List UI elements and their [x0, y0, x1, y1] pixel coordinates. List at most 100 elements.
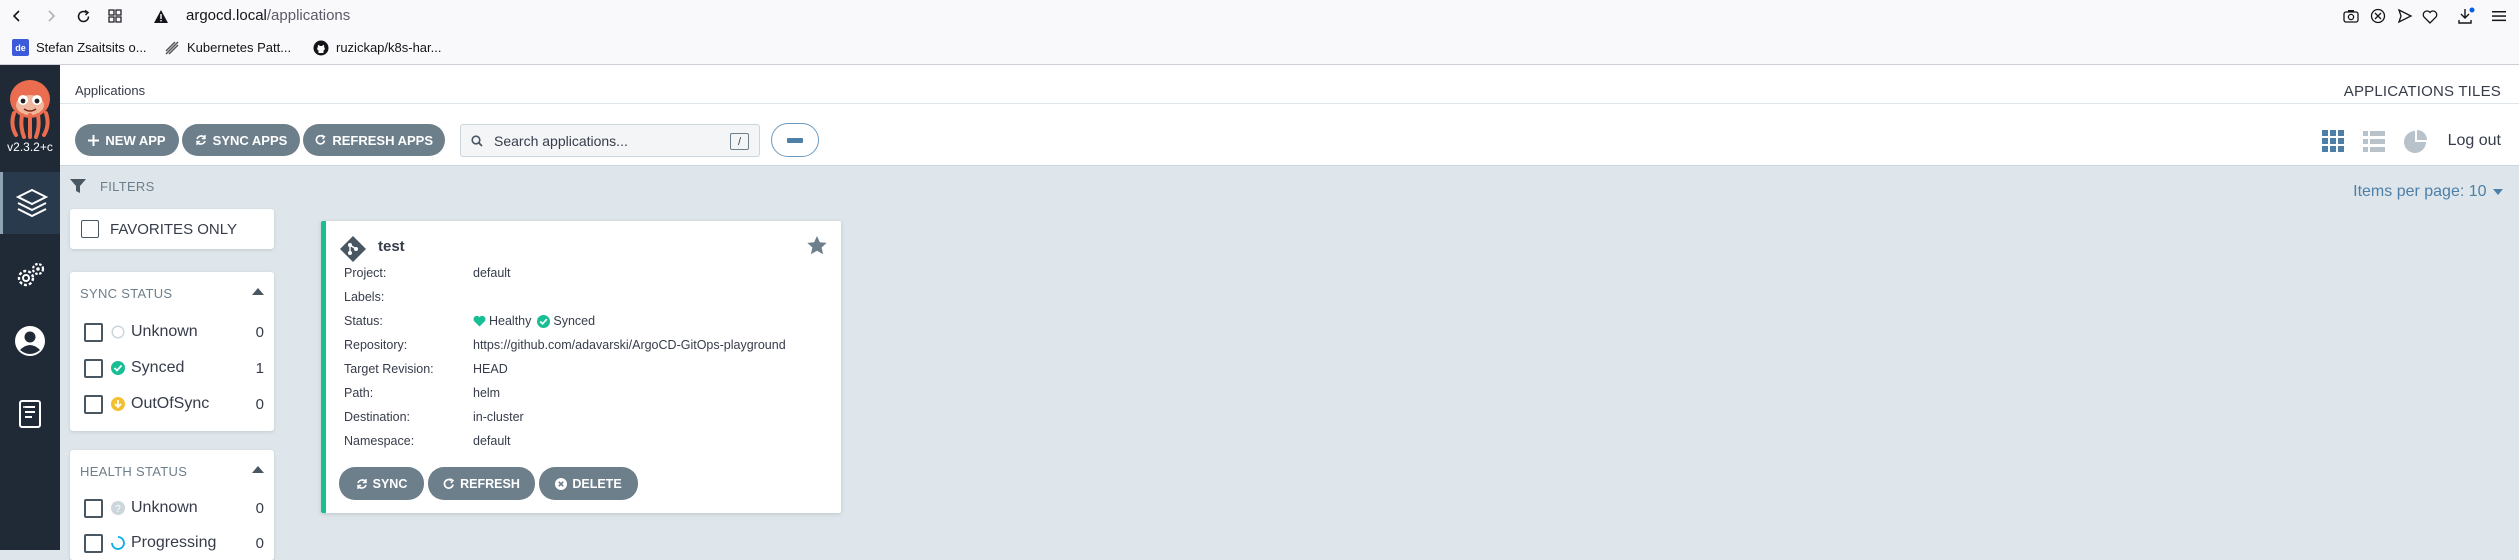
- argo-sidebar: v2.3.2+c: [0, 65, 60, 550]
- filter-label: OutOfSync: [131, 395, 210, 412]
- bookmark-item[interactable]: de Stefan Zsaitsits o...: [12, 39, 147, 56]
- breadcrumb[interactable]: Applications: [75, 83, 145, 98]
- field-label: Repository:: [344, 338, 408, 352]
- field-label: Labels:: [344, 290, 385, 304]
- new-app-button[interactable]: NEW APP: [75, 124, 179, 156]
- gears-icon: [13, 261, 47, 291]
- filter-health-unknown[interactable]: ? Unknown 0: [84, 495, 264, 521]
- checkbox[interactable]: [84, 322, 103, 342]
- back-arrow-icon[interactable]: [6, 5, 28, 27]
- collapse-caret-icon[interactable]: [252, 288, 264, 295]
- filter-health-progressing[interactable]: Progressing 0: [84, 530, 264, 556]
- favorites-only-filter[interactable]: FAVORITES ONLY: [81, 220, 237, 238]
- bookmark-item[interactable]: Kubernetes Patt...: [163, 39, 291, 56]
- refresh-apps-label: REFRESH APPS: [332, 132, 433, 148]
- filter-count: 0: [255, 534, 264, 552]
- health-status-panel: HEALTH STATUS ? Unknown 0 Progressing 0: [70, 450, 274, 560]
- outofsync-arrow-icon: [111, 397, 125, 411]
- progressing-spinner-icon: [111, 536, 125, 550]
- sync-icon: [356, 478, 367, 489]
- checkbox[interactable]: [84, 498, 103, 518]
- github-icon: [312, 39, 329, 56]
- nav-settings[interactable]: [0, 245, 60, 307]
- toggle-filters-button[interactable]: [771, 123, 819, 157]
- list-view-icon[interactable]: [2363, 130, 2385, 152]
- field-label: Target Revision:: [344, 362, 434, 376]
- field-label: Namespace:: [344, 434, 415, 448]
- send-icon[interactable]: [2395, 6, 2415, 26]
- heart-icon[interactable]: [2420, 6, 2440, 26]
- filters-label: FILTERS: [100, 178, 155, 194]
- field-label: Project:: [344, 266, 387, 280]
- plus-icon: [88, 134, 100, 146]
- tracking-blocker-icon[interactable]: [2368, 6, 2388, 26]
- bookmark-item[interactable]: ruzickap/k8s-har...: [312, 39, 442, 56]
- hamburger-menu-icon[interactable]: [2489, 6, 2509, 26]
- filters-heading: FILTERS: [70, 178, 155, 194]
- search-input[interactable]: [492, 131, 722, 150]
- caret-down-icon: [2493, 188, 2503, 195]
- filter-label: Unknown: [131, 499, 198, 516]
- git-icon: [340, 236, 366, 262]
- filter-count: 0: [255, 499, 264, 517]
- favorites-checkbox[interactable]: [81, 220, 99, 238]
- downloads-icon[interactable]: [2456, 6, 2476, 26]
- screenshot-camera-icon[interactable]: [2341, 6, 2361, 26]
- filter-sync-unknown[interactable]: Unknown 0: [84, 319, 264, 345]
- search-shortcut-key: /: [730, 133, 749, 150]
- refresh-button[interactable]: REFRESH: [428, 467, 535, 500]
- url-path: /applications: [266, 7, 351, 24]
- health-status: Healthy: [489, 314, 532, 328]
- logout-link[interactable]: Log out: [2448, 132, 2501, 150]
- refresh-icon: [443, 477, 455, 489]
- tiles-view-icon[interactable]: [2322, 130, 2344, 152]
- health-status-title: HEALTH STATUS: [80, 464, 188, 479]
- sync-apps-button[interactable]: SYNC APPS: [182, 124, 300, 156]
- unknown-question-icon: ?: [111, 501, 125, 515]
- bookmark-label: ruzickap/k8s-har...: [336, 40, 442, 55]
- filter-count: 0: [255, 395, 264, 413]
- collapse-caret-icon[interactable]: [252, 466, 264, 473]
- forward-arrow-icon[interactable]: [40, 5, 62, 27]
- filter-count: 1: [255, 359, 264, 377]
- refresh-apps-button[interactable]: REFRESH APPS: [303, 124, 445, 156]
- address-bar[interactable]: argocd.local/applications: [186, 7, 350, 24]
- insecure-warning-icon[interactable]: [150, 5, 172, 27]
- app-name[interactable]: test: [378, 238, 405, 255]
- project-value: default: [473, 266, 511, 280]
- healthy-heart-icon: [473, 315, 486, 327]
- filter-count: 0: [255, 323, 264, 341]
- sync-status: Synced: [553, 314, 596, 328]
- filter-sync-outofsync[interactable]: OutOfSync 0: [84, 391, 264, 417]
- svg-text:?: ?: [115, 504, 121, 515]
- search-field[interactable]: /: [460, 124, 760, 157]
- delete-button[interactable]: DELETE: [539, 467, 638, 500]
- filter-sync-synced[interactable]: Synced 1: [84, 355, 264, 381]
- new-app-label: NEW APP: [105, 132, 166, 148]
- checkbox[interactable]: [84, 358, 103, 378]
- field-label: Destination:: [344, 410, 411, 424]
- checkbox[interactable]: [84, 394, 103, 414]
- tab-grid-icon[interactable]: [104, 5, 126, 27]
- argo-octopus-logo-icon[interactable]: [4, 77, 56, 139]
- sync-label: SYNC: [372, 476, 408, 491]
- nav-user-info[interactable]: [0, 310, 60, 372]
- namespace-value: default: [473, 434, 511, 448]
- items-per-page-dropdown[interactable]: Items per page: 10: [2353, 183, 2503, 201]
- pie-summary-view-icon[interactable]: [2403, 130, 2427, 153]
- favorite-star-icon[interactable]: [807, 236, 827, 255]
- application-tile[interactable]: test Project: default Labels: Status: Hea…: [321, 221, 841, 513]
- page-title: APPLICATIONS TILES: [2343, 83, 2501, 100]
- path-value: helm: [473, 386, 501, 400]
- bookmark-label: Stefan Zsaitsits o...: [36, 40, 147, 55]
- sync-apps-label: SYNC APPS: [212, 132, 288, 148]
- reload-icon[interactable]: [72, 5, 94, 27]
- nav-applications[interactable]: [0, 172, 60, 234]
- synced-check-icon: [111, 361, 125, 375]
- sync-button[interactable]: SYNC: [339, 467, 424, 500]
- nav-documentation[interactable]: [0, 383, 60, 445]
- filter-label: Progressing: [131, 534, 217, 551]
- bookmarks-bar: de Stefan Zsaitsits o... Kubernetes Patt…: [0, 31, 2519, 65]
- bookmark-favicon-icon: de: [12, 39, 29, 56]
- unknown-circle-icon: [111, 325, 125, 339]
